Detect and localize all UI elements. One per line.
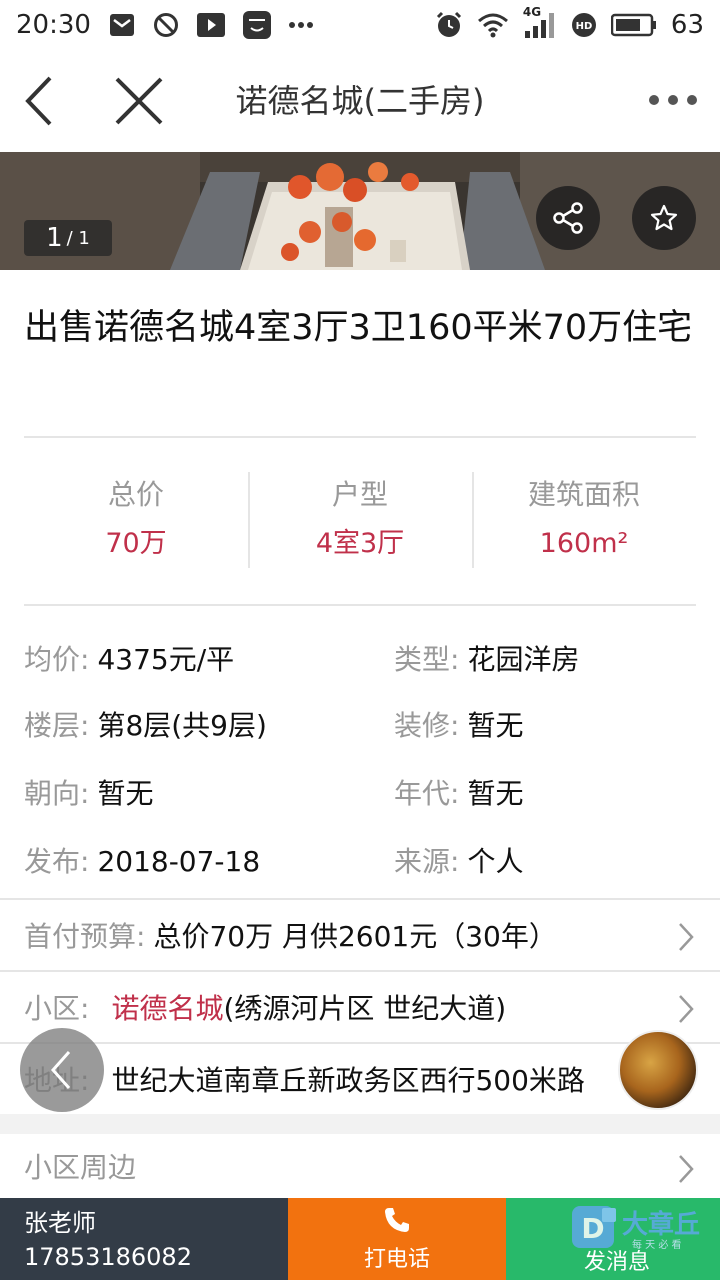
chevron-right-icon [679,995,694,1023]
play-icon [196,13,225,37]
share-icon [553,202,583,234]
detail-value: 暂无 [97,777,154,810]
detail-value: 花园洋房 [467,643,580,676]
stat-value: 4室3厅 [315,528,405,559]
detail-value: 暂无 [467,709,524,742]
detail-source: 来源: 个人 [394,842,523,882]
property-photo[interactable]: 1 / 1 [0,152,720,270]
detail-value: 第8层(共9层) [97,709,267,742]
detail-decoration: 装修: 暂无 [394,706,523,746]
floating-back-button[interactable] [20,1028,104,1112]
down-payment-row[interactable]: 首付预算: 总价70万 月供2601元（30年） [0,898,720,970]
summary-stats: 总价 70万 户型 4室3厅 建筑面积 160m² [24,472,696,570]
divider [24,604,696,606]
detail-key: 楼层: [24,709,90,742]
row-key: 小区: [24,992,90,1025]
detail-value: 个人 [467,845,524,878]
stat-area: 建筑面积 160m² [472,472,696,570]
agent-phone: 17853186082 [24,1243,192,1271]
more-dots-icon [288,21,313,29]
agent-contact: 张老师 17853186082 [0,1198,288,1280]
status-time: 20:30 [16,10,91,40]
stat-label: 建筑面积 [527,478,640,511]
svg-text:D: D [581,1212,604,1245]
detail-value: 暂无 [467,777,524,810]
call-label: 打电话 [363,1247,430,1272]
phone-icon [385,1208,409,1232]
chevron-right-icon [679,1155,694,1183]
detail-published: 发布: 2018-07-18 [24,842,260,882]
stat-layout: 户型 4室3厅 [248,472,472,570]
stat-label: 总价 [107,478,164,511]
alarm-icon [435,11,463,39]
floating-avatar-button[interactable] [618,1030,698,1110]
community-area: (绣源河片区 世纪大道) [223,992,507,1025]
stat-value: 70万 [105,528,167,559]
detail-value: 2018-07-18 [97,845,261,878]
message-label: 发消息 [584,1250,651,1275]
row-value: 总价70万 月供2601元（30年） [153,920,557,953]
stat-value: 160m² [539,528,629,559]
row-key: 小区周边 [24,1151,137,1184]
listing-title: 出售诺德名城4室3厅3卫160平米70万住宅 [24,308,693,348]
row-key: 首付预算: [24,920,146,953]
detail-value: 4375元/平 [97,643,235,676]
detail-type: 类型: 花园洋房 [394,640,579,680]
nav-bar: 诺德名城(二手房) [0,50,720,152]
photo-counter-total: / 1 [66,227,90,249]
status-bar: 20:30 4G HD 63 [0,0,720,50]
detail-avg-price: 均价: 4375元/平 [24,640,234,680]
photo-counter-current: 1 [46,223,63,253]
detail-key: 来源: [394,845,460,878]
favorite-button[interactable] [632,186,696,250]
more-options-button[interactable] [648,88,698,112]
battery-icon [610,13,657,37]
nearby-row[interactable]: 小区周边 [0,1134,720,1198]
share-button[interactable] [536,186,600,250]
battery-level: 63 [670,10,704,40]
cell-signal-icon: 4G [523,5,557,39]
agent-name: 张老师 [24,1209,96,1237]
hd-icon: HD [571,12,597,38]
chevron-right-icon [679,923,694,951]
mail-icon [109,13,135,37]
message-button[interactable]: D 大章丘 每 天 必 看 发消息 [506,1198,720,1280]
star-icon [650,204,678,231]
detail-key: 年代: [394,777,460,810]
community-name: 诺德名城 [111,992,224,1025]
section-gap [0,1114,720,1134]
page-title-text: 诺德名城(二手房) [235,82,485,120]
detail-floor: 楼层: 第8层(共9层) [24,706,267,746]
more-dots-icon [649,95,697,105]
detail-orientation: 朝向: 暂无 [24,774,153,814]
call-button[interactable]: 打电话 [288,1198,506,1280]
detail-year: 年代: 暂无 [394,774,523,814]
bottom-action-bar: 张老师 17853186082 打电话 D 大章丘 每 天 必 看 发消息 [0,1198,720,1280]
community-row[interactable]: 小区: 诺德名城 (绣源河片区 世纪大道) [0,970,720,1042]
stat-label: 户型 [331,478,388,511]
photo-counter: 1 / 1 [24,220,112,256]
chevron-left-icon [50,1051,71,1089]
page-title: 诺德名城(二手房) [0,50,720,152]
network-type-label: 4G [522,5,542,19]
block-icon [153,12,179,38]
address-row: 地址: 世纪大道南章丘新政务区西行500米路 [0,1042,720,1114]
row-value: 世纪大道南章丘新政务区西行500米路 [111,1064,585,1097]
stat-total-price: 总价 70万 [24,472,248,570]
life-app-icon [242,11,271,39]
detail-key: 类型: [394,643,460,676]
wifi-icon [477,12,509,38]
divider [24,436,696,438]
detail-key: 装修: [394,709,460,742]
detail-key: 朝向: [24,777,90,810]
svg-text:HD: HD [576,21,593,32]
detail-key: 均价: [24,643,90,676]
detail-key: 发布: [24,845,90,878]
